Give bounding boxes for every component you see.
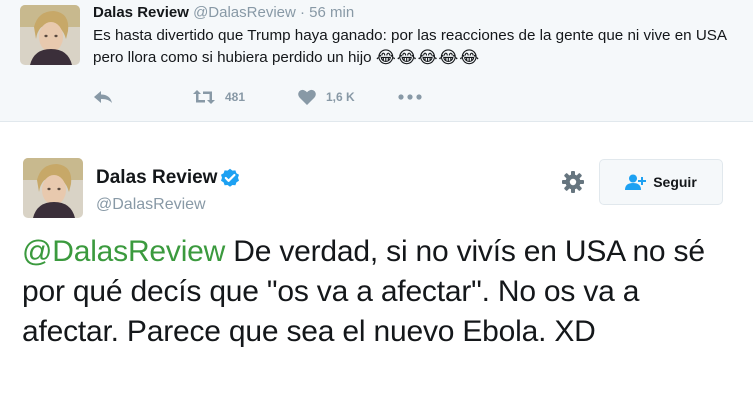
- parent-tweet[interactable]: Dalas Review @DalasReview · 56 min Es ha…: [0, 0, 753, 122]
- follow-label: Seguir: [653, 174, 697, 190]
- more-dots-icon: [398, 94, 422, 100]
- main-tweet-text: @DalasReview De verdad, si no vivís en U…: [22, 232, 742, 352]
- main-author-row: Dalas Review: [96, 166, 240, 190]
- avatar-image: [23, 158, 83, 218]
- add-user-icon: [625, 174, 647, 190]
- author-handle[interactable]: @DalasReview: [193, 4, 296, 21]
- main-author-name[interactable]: Dalas Review: [96, 166, 217, 190]
- reply-icon: [94, 91, 112, 103]
- retweet-button[interactable]: 481: [193, 89, 298, 105]
- follow-button[interactable]: Seguir: [599, 159, 723, 205]
- mention-link[interactable]: @DalasReview: [22, 235, 225, 268]
- avatar-image: [20, 5, 80, 65]
- like-count: 1,6 K: [326, 90, 355, 104]
- like-button[interactable]: 1,6 K: [298, 89, 398, 105]
- parent-tweet-header: Dalas Review @DalasReview · 56 min: [93, 3, 354, 23]
- gear-icon: [562, 171, 584, 193]
- main-author-handle[interactable]: @DalasReview: [96, 194, 206, 216]
- retweet-icon: [193, 90, 215, 104]
- author-name[interactable]: Dalas Review: [93, 4, 189, 21]
- laughing-emoji: 😂😂😂😂😂: [375, 48, 481, 67]
- retweet-count: 481: [225, 90, 246, 104]
- tweet-timestamp[interactable]: 56 min: [309, 4, 354, 21]
- avatar[interactable]: [20, 5, 80, 65]
- tweet-actions: 481 1,6 K: [93, 86, 422, 108]
- main-avatar[interactable]: [23, 158, 83, 218]
- heart-icon: [298, 89, 316, 105]
- reply-button[interactable]: [93, 89, 193, 105]
- more-options-button[interactable]: [398, 94, 422, 100]
- settings-button[interactable]: [561, 170, 585, 194]
- parent-tweet-text: Es hasta divertido que Trump haya ganado…: [93, 25, 738, 69]
- separator-dot: ·: [300, 4, 305, 21]
- verified-badge-icon: [220, 168, 240, 188]
